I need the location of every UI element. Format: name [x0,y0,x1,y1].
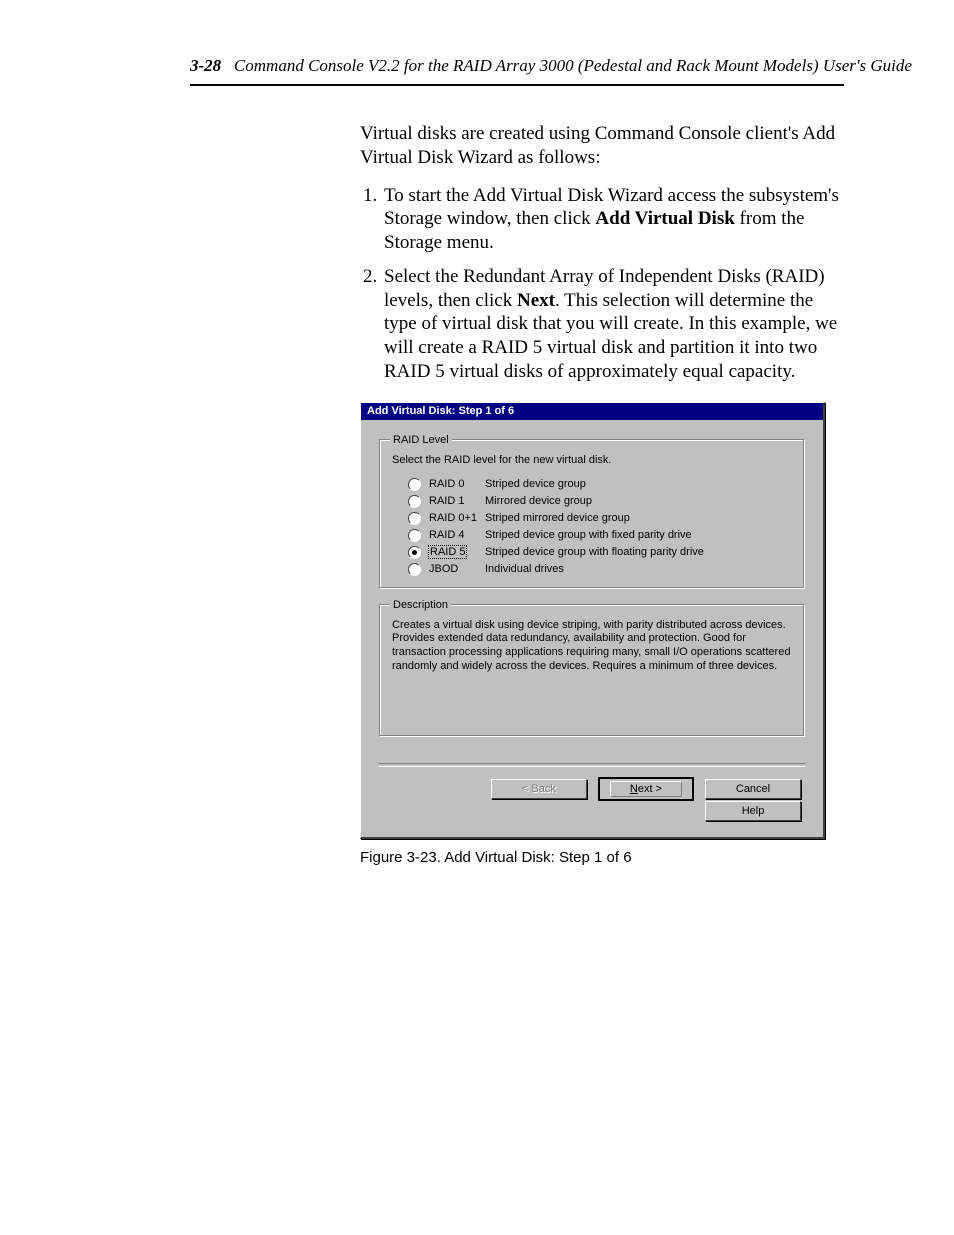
raid-option-label[interactable]: JBOD [429,563,458,575]
cancel-button[interactable]: Cancel [705,779,801,799]
figure-caption: Figure 3-23. Add Virtual Disk: Step 1 of… [360,849,844,866]
raid-option-label[interactable]: RAID 0+1 [429,512,477,524]
radio-icon[interactable] [408,529,421,542]
add-virtual-disk-dialog: Add Virtual Disk: Step 1 of 6 RAID Level… [360,402,825,839]
raid-option-label[interactable]: RAID 4 [429,529,464,541]
next-button[interactable]: Next > [598,777,694,801]
button-separator [379,763,805,767]
raid-option-label[interactable]: RAID 1 [429,495,464,507]
raid-option-row[interactable]: RAID 0+1 Striped mirrored device group [408,510,712,527]
raid-option-row[interactable]: RAID 0 Striped device group [408,476,712,493]
raid-option-desc: Striped device group with fixed parity d… [485,527,712,544]
radio-icon[interactable] [408,495,421,508]
step-2: Select the Redundant Array of Independen… [382,265,844,384]
raid-instruction: Select the RAID level for the new virtua… [392,454,794,466]
radio-icon[interactable] [408,512,421,525]
raid-option-desc: Mirrored device group [485,493,712,510]
raid-option-row[interactable]: JBOD Individual drives [408,561,712,578]
raid-option-row[interactable]: RAID 5 Striped device group with floating… [408,544,712,561]
intro-paragraph: Virtual disks are created using Command … [360,122,844,170]
running-header: 3-28 Command Console V2.2 for the RAID A… [190,56,844,76]
description-text: Creates a virtual disk using device stri… [392,619,792,674]
raid-option-desc: Striped device group with floating parit… [485,544,712,561]
radio-icon[interactable] [408,478,421,491]
page-number: 3-28 [190,56,221,75]
help-button[interactable]: Help [705,801,801,821]
raid-level-group: RAID Level Select the RAID level for the… [379,434,805,589]
raid-option-label[interactable]: RAID 0 [429,478,464,490]
radio-icon[interactable] [408,563,421,576]
description-group: Description Creates a virtual disk using… [379,599,805,737]
raid-option-desc: Individual drives [485,561,712,578]
raid-option-row[interactable]: RAID 1 Mirrored device group [408,493,712,510]
description-legend: Description [390,599,451,611]
raid-option-desc: Striped device group [485,476,712,493]
steps-list: To start the Add Virtual Disk Wizard acc… [360,184,844,384]
step-1: To start the Add Virtual Disk Wizard acc… [382,184,844,255]
raid-options-table: RAID 0 Striped device group RAID 1 Mirrored… [408,476,712,578]
header-rule [190,84,844,86]
raid-option-row[interactable]: RAID 4 Striped device group with fixed pa… [408,527,712,544]
doc-title: Command Console V2.2 for the RAID Array … [234,56,912,75]
radio-icon[interactable] [408,546,421,559]
dialog-button-row: < Back Next > Cancel Help [379,777,805,827]
raid-option-desc: Striped mirrored device group [485,510,712,527]
back-button: < Back [491,779,587,799]
raid-option-label[interactable]: RAID 5 [429,546,466,558]
raid-level-legend: RAID Level [390,434,452,446]
dialog-titlebar[interactable]: Add Virtual Disk: Step 1 of 6 [361,403,823,420]
